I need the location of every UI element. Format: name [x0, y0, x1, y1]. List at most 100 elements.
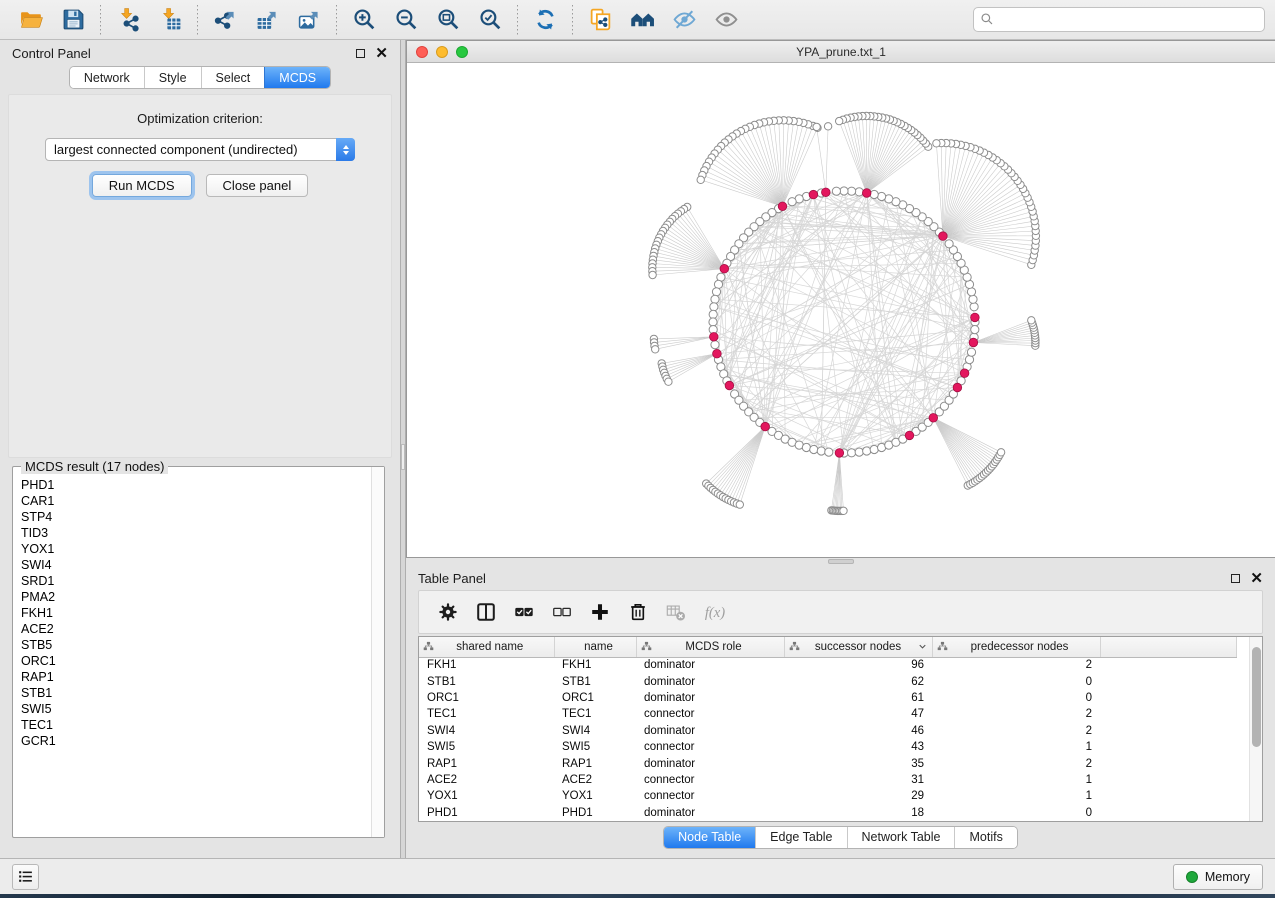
tab-mcds[interactable]: MCDS	[264, 67, 330, 88]
uncheck-pair-icon	[551, 601, 573, 623]
select-all-columns-button[interactable]	[505, 594, 543, 630]
mcds-result-item[interactable]: YOX1	[21, 541, 371, 557]
toggle-split-view-button[interactable]	[467, 594, 505, 630]
mcds-result-item[interactable]: RAP1	[21, 669, 371, 685]
mcds-result-item[interactable]: ACE2	[21, 621, 371, 637]
mcds-result-item[interactable]: CAR1	[21, 493, 371, 509]
table-row[interactable]: RAP1RAP1dominator352	[419, 755, 1237, 771]
tab-select[interactable]: Select	[201, 67, 265, 88]
float-panel-icon[interactable]	[1231, 574, 1240, 583]
column-header-name[interactable]: name	[554, 637, 636, 657]
export-image-button[interactable]	[288, 3, 330, 37]
close-panel-button[interactable]: Close panel	[206, 174, 309, 197]
optimization-criterion-label: Optimization criterion:	[9, 111, 391, 126]
import-network-from-file-button[interactable]	[107, 3, 149, 37]
criterion-dropdown[interactable]: largest connected component (undirected)	[45, 138, 355, 161]
fx-icon: f(x)	[703, 601, 725, 623]
mcds-result-item[interactable]: SWI4	[21, 557, 371, 573]
table-row[interactable]: ORC1ORC1dominator610	[419, 690, 1237, 706]
table-settings-button[interactable]	[429, 594, 467, 630]
tab-network-table[interactable]: Network Table	[847, 827, 955, 848]
tab-node-table[interactable]: Node Table	[664, 827, 755, 848]
zoom-fit-button[interactable]	[427, 3, 469, 37]
memory-label: Memory	[1205, 870, 1250, 884]
close-panel-icon[interactable]: ✕	[1250, 574, 1263, 583]
table-row[interactable]: YOX1YOX1connector291	[419, 788, 1237, 804]
horizontal-splitter[interactable]	[406, 558, 1275, 566]
splitter-grip[interactable]	[828, 559, 854, 564]
table-row[interactable]: TEC1TEC1connector472	[419, 706, 1237, 722]
mcds-result-item[interactable]: STB5	[21, 637, 371, 653]
column-header-shared-name[interactable]: shared name	[419, 637, 554, 657]
tab-edge-table[interactable]: Edge Table	[755, 827, 846, 848]
vertical-splitter[interactable]	[400, 40, 406, 858]
save-session-button[interactable]	[52, 3, 94, 37]
table-row[interactable]: PHD1PHD1dominator180	[419, 805, 1237, 821]
delete-table-button	[657, 594, 695, 630]
hide-selected-button[interactable]	[663, 3, 705, 37]
tab-style[interactable]: Style	[144, 67, 201, 88]
mcds-result-item[interactable]: PMA2	[21, 589, 371, 605]
table-row[interactable]: ACE2ACE2connector311	[419, 772, 1237, 788]
unselect-all-columns-button[interactable]	[543, 594, 581, 630]
minimize-window-icon[interactable]	[436, 46, 448, 58]
shared-column-icon	[641, 641, 652, 652]
table-row[interactable]: FKH1FKH1dominator962	[419, 657, 1237, 673]
task-history-button[interactable]	[12, 864, 39, 890]
column-header-MCDS-role[interactable]: MCDS role	[636, 637, 784, 657]
splitter-grip[interactable]	[401, 444, 405, 470]
mcds-result-item[interactable]: TID3	[21, 525, 371, 541]
mcds-result-item[interactable]: FKH1	[21, 605, 371, 621]
table-row[interactable]: STB1STB1dominator620	[419, 673, 1237, 689]
search-input[interactable]	[973, 7, 1265, 32]
tab-network[interactable]: Network	[70, 67, 144, 88]
shared-column-icon	[937, 641, 948, 652]
table-scrollbar[interactable]	[1249, 637, 1262, 821]
table-row[interactable]: SWI5SWI5connector431	[419, 739, 1237, 755]
zoom-out-button[interactable]	[385, 3, 427, 37]
open-file-button[interactable]	[10, 3, 52, 37]
columns-icon	[475, 601, 497, 623]
zoom-in-button[interactable]	[343, 3, 385, 37]
column-header-predecessor-nodes[interactable]: predecessor nodes	[932, 637, 1100, 657]
column-header-successor-nodes[interactable]: successor nodes	[784, 637, 932, 657]
create-column-button[interactable]	[581, 594, 619, 630]
mcds-result-item[interactable]: ORC1	[21, 653, 371, 669]
scrollbar-thumb[interactable]	[1252, 647, 1261, 747]
mcds-result-item[interactable]: STB1	[21, 685, 371, 701]
mcds-result-item[interactable]: SRD1	[21, 573, 371, 589]
network-canvas[interactable]	[407, 63, 1275, 557]
main-area: Control Panel ✕ NetworkStyleSelectMCDS O…	[0, 40, 1275, 858]
table-tabs: Node TableEdge TableNetwork TableMotifs	[406, 822, 1275, 852]
right-column: YPA_prune.txt_1 Table Panel ✕ f(x) sh	[406, 40, 1275, 858]
svg-text:f(x): f(x)	[705, 605, 725, 621]
table-row[interactable]: SWI4SWI4dominator462	[419, 723, 1237, 739]
first-neighbors-button[interactable]	[621, 3, 663, 37]
mcds-result-scrollbar[interactable]	[371, 467, 384, 837]
control-panel-title: Control Panel	[12, 46, 91, 61]
mcds-result-item[interactable]: PHD1	[21, 477, 371, 493]
import-table-from-file-button[interactable]	[149, 3, 191, 37]
export-network-button[interactable]	[204, 3, 246, 37]
tab-motifs[interactable]: Motifs	[954, 827, 1016, 848]
mcds-result-item[interactable]: TEC1	[21, 717, 371, 733]
maximize-window-icon[interactable]	[456, 46, 468, 58]
function-builder-button: f(x)	[695, 594, 733, 630]
mcds-result-item[interactable]: SWI5	[21, 701, 371, 717]
show-all-button[interactable]	[705, 3, 747, 37]
new-network-from-selection-button[interactable]	[579, 3, 621, 37]
close-panel-icon[interactable]: ✕	[375, 49, 388, 58]
mcds-result-item[interactable]: STP4	[21, 509, 371, 525]
column-header-filler	[1100, 637, 1237, 657]
memory-button[interactable]: Memory	[1173, 864, 1263, 890]
network-graph[interactable]	[407, 63, 1274, 557]
float-panel-icon[interactable]	[356, 49, 365, 58]
desktop-background-strip	[0, 894, 1275, 898]
close-window-icon[interactable]	[416, 46, 428, 58]
refresh-button[interactable]	[524, 3, 566, 37]
export-table-button[interactable]	[246, 3, 288, 37]
zoom-selected-button[interactable]	[469, 3, 511, 37]
mcds-result-item[interactable]: GCR1	[21, 733, 371, 749]
run-mcds-button[interactable]: Run MCDS	[92, 174, 192, 197]
delete-columns-button[interactable]	[619, 594, 657, 630]
